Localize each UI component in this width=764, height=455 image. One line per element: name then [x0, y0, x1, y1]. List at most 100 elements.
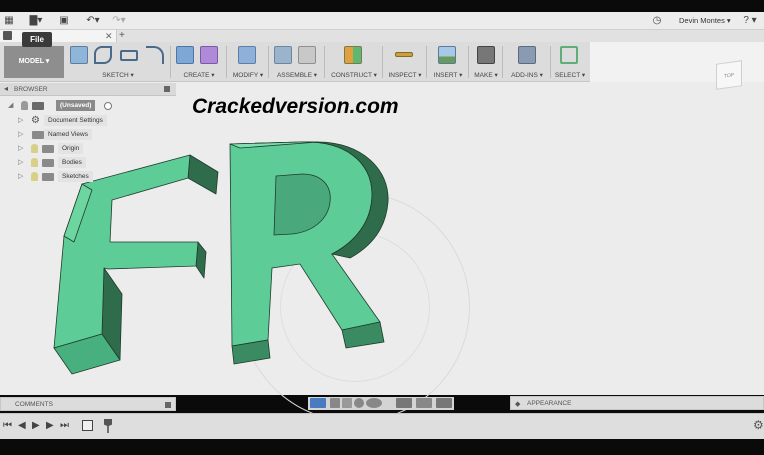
- timeline-first-icon[interactable]: ⏮: [3, 420, 12, 431]
- sketch-menu-label[interactable]: SKETCH ▾: [68, 71, 168, 79]
- visibility-bulb-icon[interactable]: [31, 172, 38, 181]
- letter-f-front-face[interactable]: [53, 154, 199, 349]
- job-status-clock-icon[interactable]: ◷: [651, 14, 663, 28]
- look-at-icon[interactable]: [330, 398, 340, 408]
- grid-snaps-icon[interactable]: [416, 398, 432, 408]
- browser-item-sketches[interactable]: ▷ Sketches: [18, 171, 138, 183]
- visibility-bulb-icon[interactable]: [31, 144, 38, 153]
- expand-caret-icon[interactable]: ◢: [8, 101, 13, 109]
- fit-icon[interactable]: [366, 398, 382, 408]
- timeline-last-icon[interactable]: ⏭: [60, 420, 69, 431]
- timeline-next-icon[interactable]: ▶: [46, 420, 54, 431]
- visibility-bulb-icon[interactable]: [31, 158, 38, 167]
- expand-caret-icon[interactable]: ▷: [18, 158, 23, 166]
- close-tab-icon[interactable]: ✕: [105, 30, 113, 42]
- timeline-marker-handle[interactable]: [104, 419, 112, 433]
- select-cursor-icon[interactable]: [560, 46, 578, 64]
- spline-icon[interactable]: [146, 46, 164, 64]
- workspace-switcher-button[interactable]: MODEL ▾: [4, 46, 64, 78]
- save-icon[interactable]: ▣: [58, 14, 70, 28]
- offset-plane-icon[interactable]: [344, 46, 362, 64]
- browser-item-origin[interactable]: ▷ Origin: [18, 143, 138, 155]
- comments-panel[interactable]: COMMENTS: [0, 397, 176, 411]
- add-comment-icon[interactable]: [165, 402, 171, 408]
- expand-caret-icon[interactable]: ▷: [18, 130, 23, 138]
- timeline-play-icon[interactable]: ▶: [32, 420, 40, 431]
- browser-item-label[interactable]: (Unsaved): [56, 100, 96, 111]
- construct-menu-label[interactable]: CONSTRUCT ▾: [328, 71, 380, 79]
- make-menu-label[interactable]: MAKE ▾: [472, 71, 500, 79]
- timeline-previous-icon[interactable]: ◀: [18, 420, 26, 431]
- browser-title: BROWSER: [14, 86, 48, 93]
- create-group[interactable]: CREATE ▾: [174, 44, 224, 80]
- collapse-browser-icon[interactable]: ◂: [4, 84, 8, 93]
- visibility-bulb-icon[interactable]: [21, 101, 28, 110]
- add-ins-group[interactable]: ADD-INS ▾: [506, 44, 548, 80]
- rectangle-icon[interactable]: [120, 50, 138, 61]
- insert-menu-label[interactable]: INSERT ▾: [430, 71, 466, 79]
- file-menu-icon[interactable]: ▇▾: [28, 14, 44, 28]
- zoom-icon[interactable]: [354, 398, 364, 408]
- browser-item-document-settings[interactable]: ▷ ⚙ Document Settings: [18, 115, 138, 127]
- browser-item-label[interactable]: Named Views: [44, 129, 92, 140]
- measure-icon[interactable]: [395, 52, 413, 57]
- comments-label: COMMENTS: [15, 401, 53, 408]
- expand-caret-icon[interactable]: ▷: [18, 116, 23, 124]
- user-account-menu[interactable]: Devin Montes ▾: [679, 16, 731, 25]
- create-sketch-icon[interactable]: [70, 46, 88, 64]
- browser-item-label[interactable]: Sketches: [58, 171, 93, 182]
- undo-icon[interactable]: ↶▾: [84, 14, 102, 28]
- expand-panel-icon[interactable]: ◆: [515, 400, 520, 408]
- file-tooltip: File: [22, 32, 52, 47]
- modify-group[interactable]: MODIFY ▾: [230, 44, 266, 80]
- display-settings-icon[interactable]: [396, 398, 412, 408]
- assemble-group[interactable]: ASSEMBLE ▾: [272, 44, 322, 80]
- scripts-add-ins-icon[interactable]: [518, 46, 536, 64]
- extrude-icon[interactable]: [176, 46, 194, 64]
- add-ins-menu-label[interactable]: ADD-INS ▾: [506, 71, 548, 79]
- new-component-icon[interactable]: [274, 46, 292, 64]
- new-tab-icon[interactable]: +: [119, 30, 125, 42]
- inspect-group[interactable]: INSPECT ▾: [386, 44, 424, 80]
- expand-caret-icon[interactable]: ▷: [18, 172, 23, 180]
- browser-item-label[interactable]: Bodies: [58, 157, 86, 168]
- pin-panel-icon[interactable]: [164, 86, 170, 92]
- browser-item-label[interactable]: Document Settings: [44, 115, 107, 126]
- make-group[interactable]: MAKE ▾: [472, 44, 500, 80]
- assemble-menu-label[interactable]: ASSEMBLE ▾: [272, 71, 322, 79]
- press-pull-icon[interactable]: [238, 46, 256, 64]
- create-menu-label[interactable]: CREATE ▾: [174, 71, 224, 79]
- timeline-settings-icon[interactable]: ⚙: [753, 418, 764, 432]
- inspect-menu-label[interactable]: INSPECT ▾: [386, 71, 424, 79]
- pan-icon[interactable]: [342, 398, 352, 408]
- timeline-feature-sketch-icon[interactable]: [82, 420, 93, 431]
- form-icon[interactable]: [200, 46, 218, 64]
- browser-root-node[interactable]: ◢ (Unsaved): [8, 100, 118, 112]
- viewports-icon[interactable]: [436, 398, 452, 408]
- activate-radio-icon[interactable]: [104, 102, 112, 110]
- modify-menu-label[interactable]: MODIFY ▾: [230, 71, 266, 79]
- browser-item-label[interactable]: Origin: [58, 143, 84, 154]
- document-tab[interactable]: ✕: [0, 30, 117, 42]
- joint-icon[interactable]: [298, 46, 316, 64]
- letter-f-top-side-face[interactable]: [187, 154, 219, 195]
- expand-caret-icon[interactable]: ▷: [18, 144, 23, 152]
- help-icon[interactable]: ? ▾: [740, 14, 760, 28]
- select-menu-label[interactable]: SELECT ▾: [552, 71, 588, 79]
- 3d-print-icon[interactable]: [477, 46, 495, 64]
- insert-image-icon[interactable]: [438, 46, 456, 64]
- sketch-group[interactable]: SKETCH ▾: [68, 44, 168, 80]
- insert-group[interactable]: INSERT ▾: [430, 44, 466, 80]
- browser-item-named-views[interactable]: ▷ Named Views: [18, 129, 138, 141]
- redo-icon[interactable]: ↷▾: [110, 14, 128, 28]
- select-group[interactable]: SELECT ▾: [552, 44, 588, 80]
- view-cube-top-face[interactable]: TOP: [716, 60, 742, 90]
- line-icon[interactable]: [94, 46, 112, 64]
- browser-panel-header[interactable]: ◂ BROWSER: [0, 83, 176, 96]
- orbit-icon[interactable]: [310, 398, 326, 408]
- browser-item-bodies[interactable]: ▷ Bodies: [18, 157, 138, 169]
- view-cube[interactable]: TOP: [710, 56, 748, 96]
- construct-group[interactable]: CONSTRUCT ▾: [328, 44, 380, 80]
- appearance-panel[interactable]: ◆ APPEARANCE: [510, 396, 764, 410]
- data-panel-grid-icon[interactable]: ▦: [3, 14, 15, 28]
